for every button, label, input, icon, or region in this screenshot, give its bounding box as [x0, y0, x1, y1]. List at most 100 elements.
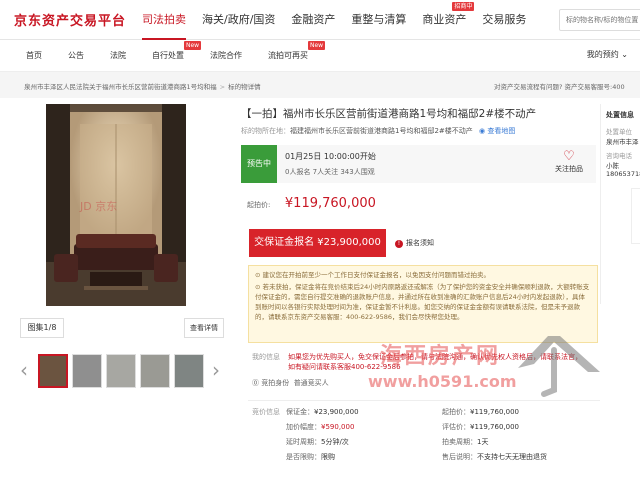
registration-notice-label: 报名须知: [406, 239, 434, 247]
thumbnail-2[interactable]: [72, 354, 102, 388]
subnav-label: 自行处置: [152, 51, 184, 60]
after-sale-field: 售后说明：不支持七天无理由退货: [442, 452, 547, 462]
nav-restructuring[interactable]: 重整与清算: [343, 0, 414, 40]
nav-customs-gov[interactable]: 海关/政府/国资: [194, 0, 283, 40]
contact-phone: 18065371877: [606, 170, 640, 178]
field-key: 起拍价：: [442, 408, 470, 416]
subnav-announcements[interactable]: 公告: [68, 50, 84, 61]
field-value: 限购: [321, 453, 335, 461]
help-hotline: 对资产交易流程有问题? 资产交易客服号:400: [494, 83, 625, 91]
my-info-panel: 我的信息 如果您为优先购买人，免交保证金后参拍，请与法院沟通，确认优先权人资格后…: [248, 348, 598, 394]
subnav-courts[interactable]: 法院: [110, 50, 126, 61]
field-value: ¥23,900,000: [314, 408, 359, 416]
bidder-identity: ⓪ 竞拍身份 普通竞买人: [252, 378, 329, 388]
my-appointments-link[interactable]: 我的预约 ⌄: [587, 49, 628, 60]
pay-deposit-register-button[interactable]: 交保证金报名 ¥23,900,000: [249, 229, 386, 257]
nav-judicial-auction[interactable]: 司法拍卖: [134, 0, 194, 40]
thumbnail-3[interactable]: [106, 354, 136, 388]
identity-value: 普通竞买人: [293, 379, 329, 387]
field-value: 1天: [477, 438, 489, 446]
view-details-button[interactable]: 查看详情: [184, 318, 224, 338]
tip-content: 若未获拍，保证金将在竞价结束后24小时内原路返还或解冻（为了保护您的资金安全并确…: [255, 283, 590, 321]
participation-counts: 0人报名 7人关注 343人围观: [285, 168, 375, 176]
gallery-controls: 图集1/8 查看详情: [20, 318, 224, 338]
nav-label: 司法拍卖: [142, 13, 186, 26]
field-value: 5分钟/次: [321, 438, 349, 446]
my-info-label: 我的信息: [252, 353, 280, 361]
map-pin-icon: ◉: [479, 127, 486, 135]
recruiting-badge: 招商中: [452, 2, 475, 11]
increment-field: 加价幅度：¥590,000: [286, 422, 354, 432]
start-time: 01月25日 10:00:00开始: [285, 152, 376, 161]
lobby-photo: [46, 104, 186, 306]
thumbnail-4[interactable]: [140, 354, 170, 388]
prev-arrow-icon[interactable]: ‹: [20, 360, 28, 380]
tip-text: ⊙ 建议您在开拍前至少一个工作日支付保证金报名，以免因支付问题而错过拍卖。: [255, 270, 591, 280]
photo-counter[interactable]: 图集1/8: [20, 318, 64, 338]
tip-text: ⊙ 若未获拍，保证金将在竞价结束后24小时内原路返还或解冻（为了保护您的资金安全…: [255, 282, 591, 322]
user-icon: ⓪: [252, 379, 262, 387]
lot-location: 标的物所在地：福建福州市长乐区营前街道港商路1号均和福邸2#楼不动产 ◉ 查看地…: [241, 126, 515, 136]
court-name: 泉州市丰泽: [606, 138, 639, 146]
sub-nav: 首页 公告 法院 自行处置 New 法院合作 流拍可再买 New 我的预约 ⌄: [0, 40, 640, 72]
bidding-info-label: 竞价信息: [252, 408, 280, 416]
field-value: 不支持七天无理由退货: [477, 453, 547, 461]
subnav-self-disposal[interactable]: 自行处置 New: [152, 41, 202, 61]
tip-icon: ⊙: [255, 283, 263, 291]
site-logo[interactable]: 京东资产交易平台: [14, 10, 126, 29]
new-badge: New: [184, 41, 202, 50]
follow-label: 关注拍品: [555, 165, 583, 173]
nav-trade-services[interactable]: 交易服务: [474, 0, 534, 40]
subnav-court-cooperation[interactable]: 法院合作: [210, 50, 242, 61]
thumbnail-1[interactable]: [38, 354, 68, 388]
search-box: [559, 9, 640, 31]
deposit-tips: ⊙ 建议您在开拍前至少一个工作日支付保证金报名，以免因支付问题而错过拍卖。 ⊙ …: [248, 265, 598, 343]
follow-lot-button[interactable]: ♡ 关注拍品: [552, 150, 586, 174]
field-key: 评估价：: [442, 423, 470, 431]
contact-label: 咨询电话: [606, 152, 632, 160]
qr-code-icon: [631, 188, 640, 244]
contact-name: 小陈: [606, 162, 619, 170]
subnav-rebuyable[interactable]: 流拍可再买 New: [268, 41, 326, 61]
info-icon: !: [395, 240, 403, 248]
location-label: 标的物所在地：: [241, 127, 290, 135]
status-badge: 预告中: [241, 145, 277, 183]
thumbnail-strip: ‹ ›: [20, 354, 224, 388]
nav-label: 金融资产: [291, 13, 336, 26]
auction-status-panel: 预告中 01月25日 10:00:00开始 0人报名 7人关注 343人围观 ♡…: [241, 145, 596, 183]
nav-label: 交易服务: [482, 13, 527, 26]
main-photo[interactable]: JD 京东: [46, 104, 186, 306]
starting-price-row: 起拍价: ¥119,760,000: [247, 196, 376, 211]
subnav-home[interactable]: 首页: [26, 50, 42, 61]
nav-label: 商业资产: [422, 13, 467, 26]
field-key: 保证金：: [286, 408, 314, 416]
lot-title: 【一拍】福州市长乐区营前街道港商路1号均和福邸2#楼不动产: [241, 108, 537, 120]
search-input[interactable]: [560, 10, 640, 30]
view-map-label: 查看地图: [487, 127, 516, 135]
purchase-limit-field: 是否限购：限购: [286, 452, 335, 462]
field-value: ¥119,760,000: [470, 423, 519, 431]
registration-notice-link[interactable]: ! 报名须知: [395, 238, 434, 248]
bidding-info-table: 竞价信息 保证金：¥23,900,000 加价幅度：¥590,000 延时周期：…: [248, 400, 600, 479]
breadcrumb-bar: 泉州市丰泽区人民法院关于福州市长乐区营前街道港商路1号均和福 > 标的物详情 对资产…: [0, 72, 640, 98]
priority-buyer-notice: 如果您为优先购买人，免交保证金后参拍，请与法院沟通，确认优先权人资格后，请联系法…: [288, 353, 582, 371]
breadcrumb-item[interactable]: 标的物详情: [228, 83, 261, 91]
field-key: 售后说明：: [442, 453, 477, 461]
view-map-link[interactable]: ◉ 查看地图: [479, 127, 515, 135]
deposit-field: 保证金：¥23,900,000: [286, 407, 359, 417]
thumbnail-5[interactable]: [174, 354, 204, 388]
my-appointments-label: 我的预约: [586, 50, 619, 59]
starting-price-label: 起拍价:: [247, 201, 271, 209]
new-badge: New: [308, 41, 326, 50]
breadcrumb-separator-icon: >: [219, 83, 226, 91]
nav-commercial-assets[interactable]: 商业资产 招商中: [414, 0, 475, 40]
subnav-label: 流拍可再买: [268, 51, 308, 60]
field-key: 是否限购：: [286, 453, 321, 461]
nav-financial-assets[interactable]: 金融资产: [283, 0, 343, 40]
chevron-down-icon: ⌄: [621, 50, 628, 59]
field-key: 加价幅度：: [286, 423, 321, 431]
breadcrumb-item[interactable]: 泉州市丰泽区人民法院关于福州市长乐区营前街道港商路1号均和福: [24, 83, 217, 91]
next-arrow-icon[interactable]: ›: [212, 360, 220, 380]
main-nav: 司法拍卖 海关/政府/国资 金融资产 重整与清算 商业资产 招商中 交易服务: [134, 0, 534, 40]
breadcrumb: 泉州市丰泽区人民法院关于福州市长乐区营前街道港商路1号均和福 > 标的物详情: [24, 81, 261, 91]
